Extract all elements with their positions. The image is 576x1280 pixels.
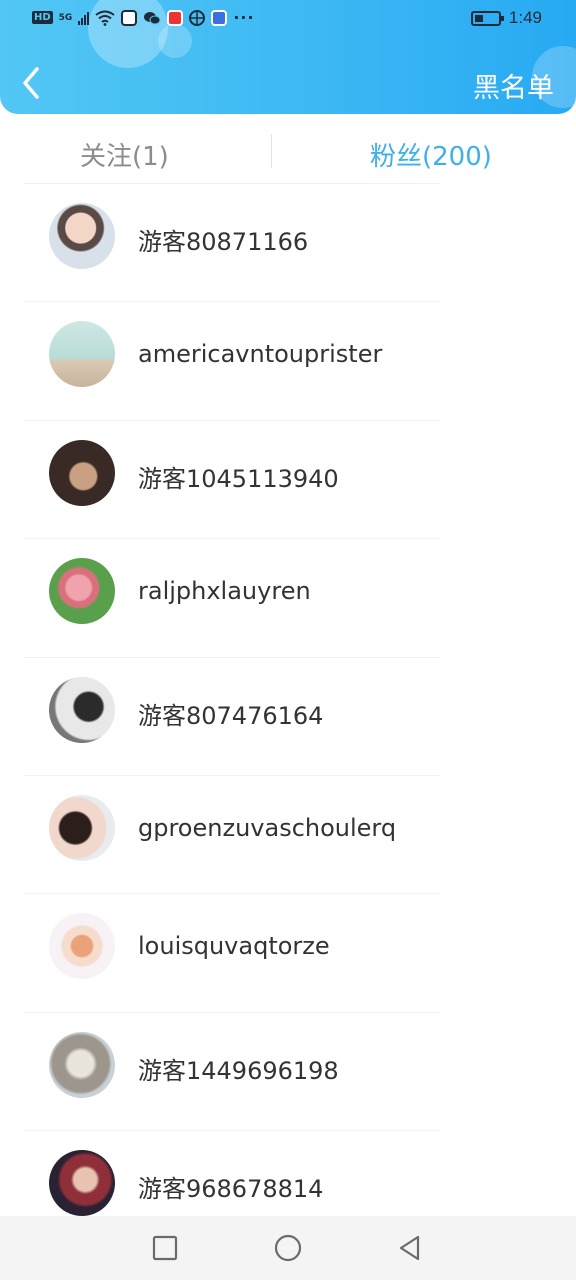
- chevron-left-icon: [23, 67, 39, 99]
- recent-apps-button[interactable]: [147, 1230, 183, 1266]
- recent-apps-icon: [152, 1235, 178, 1261]
- battery-icon: [470, 10, 504, 26]
- signal-icon: [78, 11, 90, 25]
- username: 游客968678814: [138, 1175, 324, 1204]
- fans-list: 游客80871166 americavntouprister 游客1045113…: [0, 184, 576, 1250]
- list-item[interactable]: americavntouprister: [0, 302, 576, 422]
- list-item[interactable]: 游客807476164: [0, 658, 576, 777]
- avatar[interactable]: [49, 1150, 115, 1217]
- red-app-icon: [167, 9, 184, 26]
- list-item[interactable]: 游客1045113940: [0, 421, 576, 540]
- system-back-button[interactable]: [392, 1230, 428, 1266]
- tab-bar: 关注(1) 粉丝(200): [0, 120, 576, 184]
- avatar[interactable]: [49, 676, 115, 743]
- username: gproenzuvaschoulerq: [138, 813, 397, 842]
- blacklist-button[interactable]: 黑名单: [473, 66, 554, 105]
- username: 游客80871166: [138, 228, 309, 256]
- blue-app-icon: [211, 9, 228, 26]
- avatar[interactable]: [49, 558, 115, 625]
- back-triangle-icon: [399, 1235, 420, 1261]
- username: raljphxlauyren: [138, 577, 311, 606]
- system-nav-bar: [0, 1216, 576, 1280]
- list-item[interactable]: gproenzuvaschoulerq: [0, 776, 576, 895]
- list-item[interactable]: 游客80871166: [0, 184, 576, 303]
- username: 游客1449696198: [138, 1056, 339, 1085]
- tab-fans[interactable]: 粉丝(200): [370, 136, 492, 173]
- username: louisquvaqtorze: [138, 932, 330, 961]
- tab-divider: [271, 134, 272, 168]
- status-bar: HD 5G ··· 1:49: [0, 0, 576, 40]
- wechat-icon: [144, 11, 161, 24]
- music-app-icon: [121, 9, 138, 26]
- list-item[interactable]: 游客1449696198: [0, 1013, 576, 1132]
- avatar[interactable]: [49, 321, 115, 388]
- home-button[interactable]: [270, 1230, 306, 1266]
- avatar[interactable]: [49, 439, 115, 506]
- wifi-icon: [95, 10, 115, 26]
- network-type: 5G: [58, 12, 73, 23]
- back-button[interactable]: [18, 66, 48, 100]
- list-item[interactable]: raljphxlauyren: [0, 539, 576, 658]
- hd-icon: HD: [32, 11, 53, 24]
- avatar[interactable]: [49, 1031, 115, 1098]
- list-item[interactable]: louisquvaqtorze: [0, 894, 576, 1014]
- username: 游客807476164: [138, 701, 324, 730]
- home-icon: [274, 1234, 302, 1262]
- status-time: 1:49: [508, 8, 542, 27]
- app-header: HD 5G ··· 1:49 黑名单: [0, 0, 576, 114]
- username: 游客1045113940: [138, 464, 339, 493]
- avatar[interactable]: [49, 794, 115, 861]
- avatar[interactable]: [49, 203, 115, 269]
- more-dots-icon: ···: [233, 8, 255, 27]
- username: americavntouprister: [138, 340, 383, 369]
- avatar[interactable]: [49, 913, 115, 980]
- browser-icon: [189, 9, 206, 26]
- tab-following[interactable]: 关注(1): [80, 136, 169, 173]
